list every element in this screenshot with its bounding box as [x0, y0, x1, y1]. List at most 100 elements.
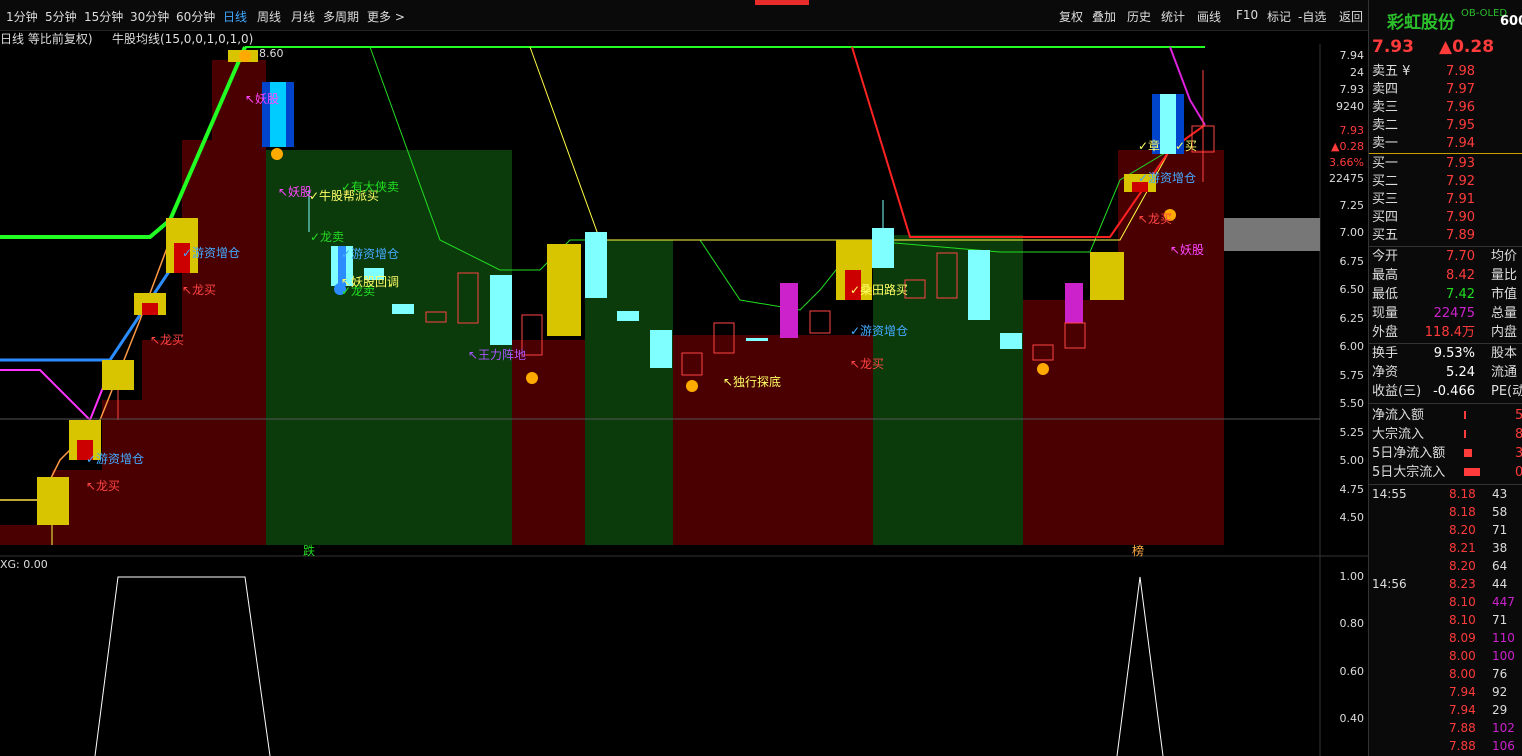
- stock-name: 彩虹股份: [1387, 13, 1455, 33]
- annotation-label: ✓章: [1138, 139, 1161, 153]
- tick-volume: 71: [1492, 523, 1508, 537]
- axis-label: 6.75: [1339, 255, 1365, 268]
- ask-row: 卖五 ¥ 7.98: [1369, 63, 1522, 81]
- tick-price: 7.88: [1449, 721, 1476, 735]
- price-change: ▲0.28: [1439, 37, 1495, 57]
- stat-value: 118.4万: [1424, 325, 1475, 340]
- annotation-label: ↖龙买: [850, 357, 885, 371]
- tick-row: 7.94 92: [1369, 685, 1522, 703]
- axis-label: 7.25: [1339, 199, 1365, 212]
- current-price: 7.93: [1372, 37, 1414, 57]
- bid-row: 买五 7.89: [1369, 227, 1522, 245]
- stat-value: 7.70: [1446, 249, 1475, 264]
- bid-label: 买四: [1372, 210, 1399, 225]
- tick-volume: 58: [1492, 505, 1508, 519]
- price-axis: 7.94 24 7.93 9240 7.93 ▲0.28 3.66% 22475…: [1320, 44, 1368, 556]
- tick-row: 14:55 8.18 43: [1369, 487, 1522, 505]
- stock-code: 600: [1500, 14, 1522, 29]
- axis-label: 7.00: [1339, 226, 1365, 239]
- ask-price: 7.98: [1446, 64, 1475, 79]
- stat-value: 9.53%: [1433, 346, 1475, 361]
- tick-volume: 38: [1492, 541, 1508, 555]
- stat-row: 现量 22475 总量: [1369, 305, 1522, 323]
- axis-label: 24: [1350, 66, 1364, 79]
- annotation-label: ↖龙买: [1138, 212, 1173, 226]
- stat-extra: PE(动: [1491, 384, 1522, 399]
- flow-row: 净流入额 5: [1369, 407, 1522, 425]
- tick-row: 8.00 100: [1369, 649, 1522, 667]
- axis-label: 4.50: [1339, 511, 1365, 524]
- annotation-label: ↖妖股回调: [341, 275, 400, 289]
- tick-price: 7.88: [1449, 739, 1476, 753]
- tick-row: 8.10 71: [1369, 613, 1522, 631]
- stat-label: 外盘: [1372, 325, 1399, 340]
- tick-volume: 92: [1492, 685, 1508, 699]
- stat-label: 收益(三): [1372, 384, 1422, 399]
- ask-row: 卖三 7.96: [1369, 99, 1522, 117]
- quote-panel: 彩虹股份 OB-OLED 600 7.93 ▲0.28 卖五 ¥7.98 卖四7…: [1368, 0, 1522, 756]
- flow-value: 3: [1515, 445, 1522, 463]
- axis-label: 0.60: [1339, 665, 1365, 678]
- stat-row: 外盘 118.4万 内盘: [1369, 324, 1522, 342]
- annotation-label: ↖王力阵地: [468, 348, 527, 362]
- stat-label: 现量: [1372, 306, 1399, 321]
- bottom-tag: 跌: [303, 544, 316, 558]
- tick-row: 7.88 102: [1369, 721, 1522, 739]
- tick-volume: 447: [1492, 595, 1515, 609]
- flow-label: 5日大宗流入: [1372, 465, 1446, 480]
- tick-price: 7.94: [1449, 685, 1476, 699]
- tick-volume: 100: [1492, 649, 1515, 663]
- tick-row: 7.88 106: [1369, 739, 1522, 756]
- tick-volume: 44: [1492, 577, 1508, 591]
- tick-row: 8.09 110: [1369, 631, 1522, 649]
- tick-price: 8.20: [1449, 559, 1476, 573]
- tick-price: 8.18: [1449, 505, 1476, 519]
- tick-row: 7.94 29: [1369, 703, 1522, 721]
- annotation-label: ✓买: [1175, 139, 1198, 153]
- axis-label: 7.93: [1339, 124, 1365, 137]
- annotation-label: ↖龙买: [150, 333, 185, 347]
- tick-volume: 64: [1492, 559, 1508, 573]
- tick-price: 8.10: [1449, 595, 1476, 609]
- annotation-label: ↖妖股: [278, 185, 313, 199]
- annotation-label: ✓游资增仓: [86, 452, 145, 466]
- annotation-label: ↖妖股: [245, 92, 280, 106]
- tick-row: 8.21 38: [1369, 541, 1522, 559]
- bid-price: 7.91: [1446, 192, 1475, 207]
- annotation-label: ↖妖股: [1170, 243, 1205, 257]
- tick-row: 14:56 8.23 44: [1369, 577, 1522, 595]
- tick-volume: 29: [1492, 703, 1508, 717]
- bid-row: 买三 7.91: [1369, 191, 1522, 209]
- axis-label: 6.50: [1339, 283, 1365, 296]
- axis-label: 1.00: [1339, 570, 1365, 583]
- ask-price: 7.94: [1446, 136, 1475, 151]
- stat-row: 最低 7.42 市值: [1369, 286, 1522, 304]
- axis-label: 4.75: [1339, 483, 1365, 496]
- tick-price: 7.94: [1449, 703, 1476, 717]
- flow-bar: [1464, 411, 1466, 419]
- annotation-label: ✓龙卖: [310, 230, 345, 244]
- ask-label: 卖一: [1372, 136, 1399, 151]
- stat-label: 换手: [1372, 346, 1399, 361]
- ask-label: 卖二: [1372, 118, 1399, 133]
- stat-extra: 股本: [1491, 346, 1518, 361]
- tick-volume: 106: [1492, 739, 1515, 753]
- axis-label: 9240: [1336, 100, 1364, 113]
- stat-row: 收益(三) -0.466 PE(动: [1369, 383, 1522, 401]
- stat-label: 最低: [1372, 287, 1399, 302]
- tick-volume: 102: [1492, 721, 1515, 735]
- axis-label: 5.75: [1339, 369, 1365, 382]
- tick-row: 8.10 447: [1369, 595, 1522, 613]
- axis-label: 0.80: [1339, 617, 1365, 630]
- stat-value: -0.466: [1433, 384, 1475, 399]
- ask-label: 卖三: [1372, 100, 1399, 115]
- flow-label: 5日净流入额: [1372, 446, 1446, 461]
- stat-extra: 总量: [1491, 306, 1518, 321]
- axis-label: 5.50: [1339, 397, 1365, 410]
- ask-price: 7.96: [1446, 100, 1475, 115]
- tick-volume: 71: [1492, 613, 1508, 627]
- axis-label: ▲0.28: [1331, 140, 1364, 153]
- stat-value: 22475: [1433, 306, 1475, 321]
- tick-time: 14:56: [1372, 577, 1407, 591]
- tick-row: 8.20 71: [1369, 523, 1522, 541]
